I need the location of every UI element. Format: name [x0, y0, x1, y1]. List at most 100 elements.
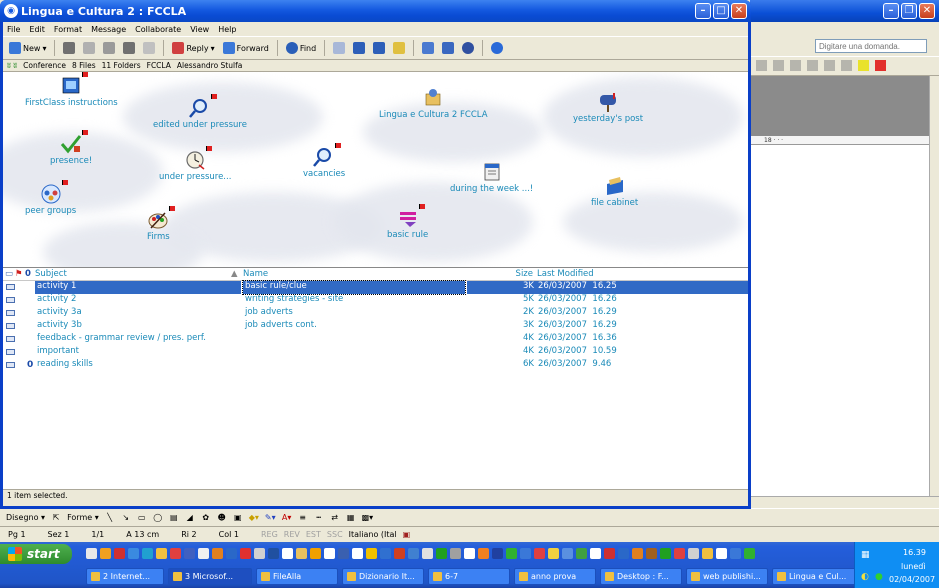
quick-launch-icon[interactable]: [618, 548, 629, 559]
quick-launch-icon[interactable]: [688, 548, 699, 559]
spelling-status-icon[interactable]: ▣: [403, 530, 411, 539]
quick-launch-icon[interactable]: [520, 548, 531, 559]
flag-column-icon[interactable]: ⚑: [15, 269, 23, 279]
quick-launch-icon[interactable]: [254, 548, 265, 559]
quick-launch-icon[interactable]: [100, 548, 111, 559]
toolbar-action-5[interactable]: [420, 39, 436, 57]
rectangle-icon[interactable]: ▭: [137, 512, 147, 524]
taskbar-task-button[interactable]: Lingua e Cul...: [772, 568, 856, 585]
quick-launch-icon[interactable]: [562, 548, 573, 559]
line-style-icon[interactable]: ≡: [298, 512, 308, 524]
quick-launch-icon[interactable]: [198, 548, 209, 559]
table-row[interactable]: activity 3b job adverts cont. 3K 26/03/2007…: [3, 320, 748, 333]
quick-launch-icon[interactable]: [408, 548, 419, 559]
quick-launch-icon[interactable]: [464, 548, 475, 559]
find-button[interactable]: Find: [284, 39, 318, 57]
new-button[interactable]: New ▾: [7, 39, 48, 57]
quick-launch-icon[interactable]: [114, 548, 125, 559]
column-name[interactable]: Name: [243, 269, 463, 279]
autoshapes-button[interactable]: Forme ▾: [67, 513, 99, 522]
quick-launch-icon[interactable]: [310, 548, 321, 559]
quick-launch-icon[interactable]: [660, 548, 671, 559]
quick-launch-icon[interactable]: [436, 548, 447, 559]
menu-collaborate[interactable]: Collaborate: [135, 25, 181, 34]
maximize-icon[interactable]: □: [713, 3, 729, 19]
desktop-item[interactable]: under pressure...: [159, 146, 231, 182]
desktop-item[interactable]: peer groups: [25, 180, 76, 216]
help-button[interactable]: [489, 39, 505, 57]
quick-launch-icon[interactable]: [674, 548, 685, 559]
clock-time[interactable]: 16.39: [903, 548, 926, 557]
quick-launch-icon[interactable]: [338, 548, 349, 559]
select-objects-icon[interactable]: ⇱: [51, 512, 61, 524]
arrow-icon[interactable]: ↘: [121, 512, 131, 524]
desktop-item[interactable]: file cabinet: [591, 176, 638, 208]
menu-format[interactable]: Format: [54, 25, 82, 34]
wordart-icon[interactable]: ◢: [185, 512, 195, 524]
firstclass-logo-icon[interactable]: ◉: [4, 4, 18, 18]
quick-launch-icon[interactable]: [576, 548, 587, 559]
picture-icon[interactable]: ▣: [233, 512, 243, 524]
table-row[interactable]: activity 3a job adverts 2K 26/03/2007 16.29: [3, 307, 748, 320]
column-size[interactable]: Size: [467, 269, 533, 279]
quick-launch-icon[interactable]: [170, 548, 181, 559]
quick-launch-icon[interactable]: [226, 548, 237, 559]
quick-launch-icon[interactable]: [184, 548, 195, 559]
quick-launch-icon[interactable]: [604, 548, 615, 559]
menu-view[interactable]: View: [190, 25, 209, 34]
horizontal-scrollbar[interactable]: [750, 496, 939, 508]
minimize-icon[interactable]: –: [883, 3, 899, 19]
toolbar-action-6[interactable]: [440, 39, 456, 57]
quick-launch-icon[interactable]: [716, 548, 727, 559]
bullets-icon[interactable]: [790, 60, 801, 71]
taskbar-task-button[interactable]: 2 Internet...: [86, 568, 164, 585]
print-button[interactable]: [61, 39, 77, 57]
quick-launch-icon[interactable]: [590, 548, 601, 559]
quick-launch-icon[interactable]: [296, 548, 307, 559]
increase-indent-icon[interactable]: [824, 60, 835, 71]
dash-style-icon[interactable]: ┅: [314, 512, 324, 524]
quick-launch-icon[interactable]: [128, 548, 139, 559]
textbox-icon[interactable]: ▤: [169, 512, 179, 524]
quick-launch-icon[interactable]: [268, 548, 279, 559]
row-name[interactable]: [243, 359, 465, 372]
quick-launch-icon[interactable]: [506, 548, 517, 559]
desktop-item[interactable]: edited under pressure: [153, 94, 247, 130]
diagram-icon[interactable]: ✿: [201, 512, 211, 524]
quick-launch-icon[interactable]: [702, 548, 713, 559]
desktop-item[interactable]: Lingua e Cultura 2 FCCLA: [379, 88, 488, 120]
desktop-item[interactable]: Firms: [147, 206, 176, 242]
status-rec[interactable]: REG: [261, 530, 278, 539]
toolbar-action-1[interactable]: [331, 39, 347, 57]
minimize-icon[interactable]: –: [695, 3, 711, 19]
fill-color-icon[interactable]: ◆▾: [249, 512, 259, 524]
table-row[interactable]: 0 reading skills 6K 26/03/2007 9.46: [3, 359, 748, 372]
row-name[interactable]: [243, 333, 465, 346]
draw-menu-button[interactable]: Disegno ▾: [6, 513, 45, 522]
status-ext[interactable]: EST: [306, 530, 321, 539]
font-color-icon[interactable]: [875, 60, 886, 71]
quick-launch-icon[interactable]: [142, 548, 153, 559]
desktop-item[interactable]: basic rule: [387, 204, 428, 240]
taskbar-task-button[interactable]: 6-7: [428, 568, 510, 585]
row-name[interactable]: [243, 346, 465, 359]
restore-icon[interactable]: ❐: [901, 3, 917, 19]
row-subject[interactable]: activity 2: [35, 294, 241, 307]
security-icon[interactable]: ●: [875, 572, 883, 582]
reply-button[interactable]: Reply ▾: [170, 39, 216, 57]
quick-launch-icon[interactable]: [450, 548, 461, 559]
table-row[interactable]: activity 2 writing strategies - site 5K 26/…: [3, 294, 748, 307]
row-subject[interactable]: activity 3a: [35, 307, 241, 320]
vertical-scrollbar[interactable]: [929, 76, 939, 508]
quick-launch-icon[interactable]: [352, 548, 363, 559]
status-trk[interactable]: REV: [284, 530, 300, 539]
numbering-icon[interactable]: [773, 60, 784, 71]
taskbar-task-button[interactable]: FileAlla: [256, 568, 338, 585]
row-name[interactable]: basic rule/clue: [242, 280, 466, 295]
quick-launch-icon[interactable]: [240, 548, 251, 559]
line-color-icon[interactable]: ✎▾: [265, 512, 276, 524]
help-question-input[interactable]: [815, 39, 927, 53]
oval-icon[interactable]: ◯: [153, 512, 163, 524]
quick-launch-icon[interactable]: [86, 548, 97, 559]
toolbar-action-3[interactable]: [371, 39, 387, 57]
